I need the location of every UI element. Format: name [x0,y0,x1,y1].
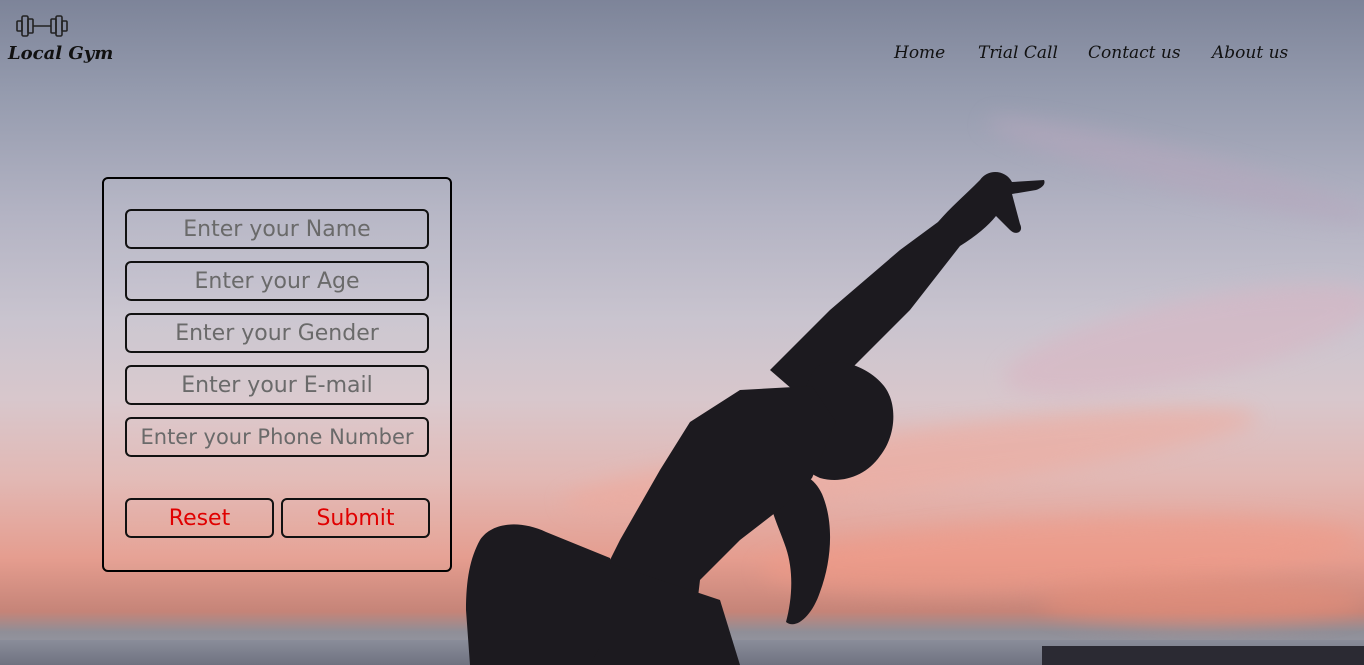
reset-button[interactable]: Reset [125,498,274,538]
yoga-woman-silhouette [466,171,1045,665]
dumbbell-icon [16,15,68,37]
gender-input[interactable] [125,313,429,353]
nav-about-link[interactable]: About us [1212,43,1288,63]
pier [1042,646,1364,665]
submit-button[interactable]: Submit [281,498,430,538]
nav-contact-link[interactable]: Contact us [1088,43,1181,63]
registration-form: Reset Submit [102,177,452,572]
cloud [1040,580,1364,625]
email-input[interactable] [125,365,429,405]
phone-input[interactable] [125,417,429,457]
navbar: Local Gym Home Trial Call Contact us Abo… [0,0,1364,80]
brand-name: Local Gym [8,43,114,64]
nav-trial-call-link[interactable]: Trial Call [978,43,1058,63]
nav-home-link[interactable]: Home [894,43,945,63]
page: Local Gym Home Trial Call Contact us Abo… [0,0,1364,665]
name-input[interactable] [125,209,429,249]
age-input[interactable] [125,261,429,301]
